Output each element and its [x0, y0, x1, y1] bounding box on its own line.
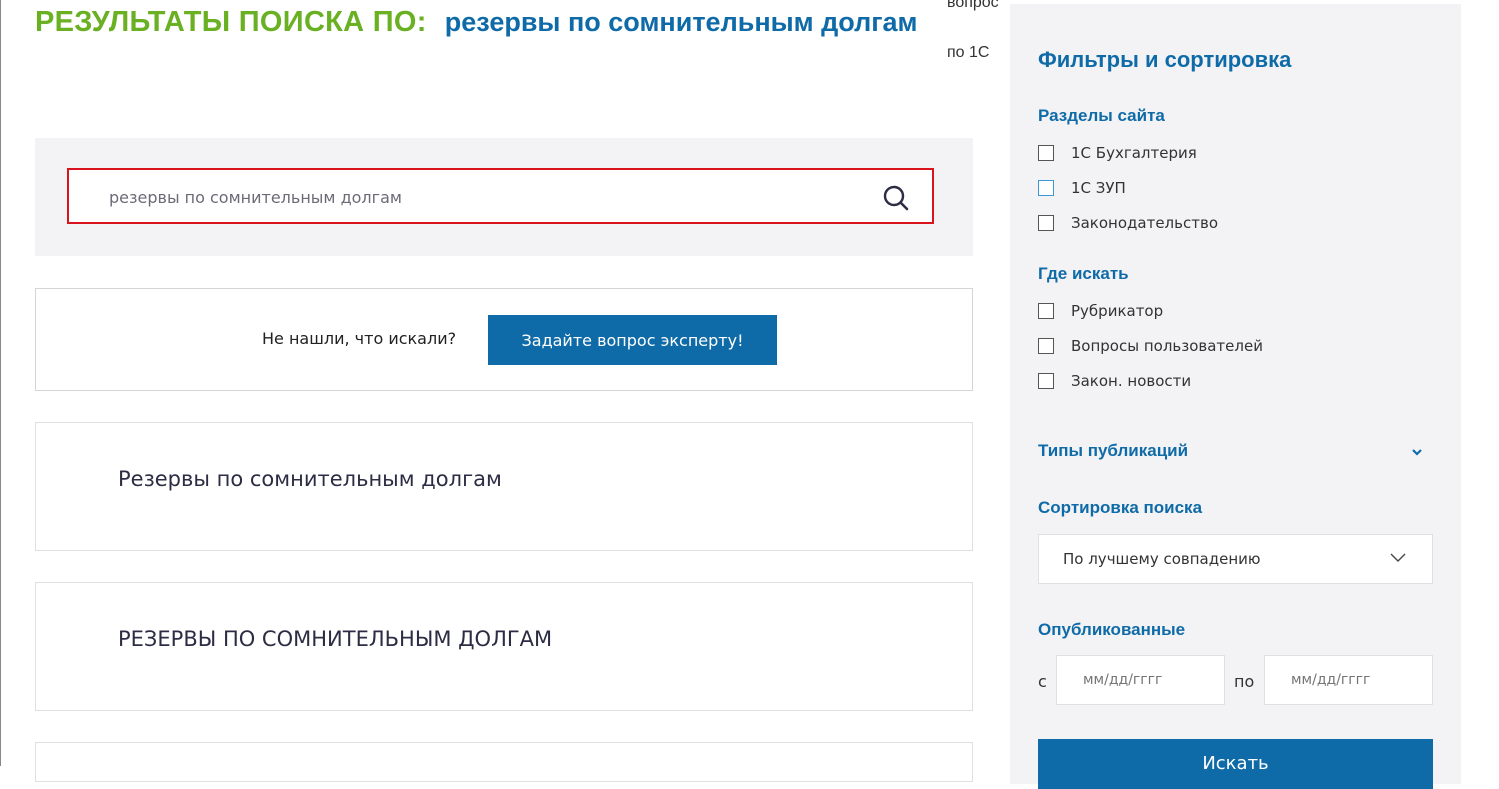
sort-selected-value: По лучшему совпадению — [1063, 550, 1261, 568]
chevron-down-icon[interactable] — [1410, 447, 1424, 457]
filter-option-novosti[interactable]: Закон. новости — [1038, 371, 1191, 391]
results-query: резервы по сомнительным долгам — [444, 7, 918, 37]
checkbox[interactable] — [1038, 180, 1054, 196]
search-icon[interactable] — [882, 184, 910, 212]
search-box — [67, 168, 934, 224]
ask-prompt: Не нашли, что искали? — [262, 329, 457, 348]
date-to-label: по — [1234, 672, 1255, 691]
ask-expert-box: Не нашли, что искали? Задайте вопрос экс… — [35, 288, 973, 391]
checkbox[interactable] — [1038, 145, 1054, 161]
checkbox-label: 1С Бухгалтерия — [1071, 144, 1197, 162]
published-heading: Опубликованные — [1038, 620, 1186, 639]
checkbox[interactable] — [1038, 373, 1054, 389]
where-heading: Где искать — [1038, 264, 1129, 283]
page-title: РЕЗУЛЬТАТЫ ПОИСКА ПО: резервы по сомнител… — [35, 4, 935, 45]
filter-option-zup[interactable]: 1С ЗУП — [1038, 178, 1126, 198]
result-title[interactable]: РЕЗЕРВЫ ПО СОМНИТЕЛЬНЫМ ДОЛГАМ — [118, 627, 552, 651]
result-card[interactable]: Резервы по сомнительным долгам — [35, 422, 973, 551]
search-area — [35, 138, 973, 256]
checkbox[interactable] — [1038, 303, 1054, 319]
sort-heading: Сортировка поиска — [1038, 498, 1203, 517]
filter-option-voprosy[interactable]: Вопросы пользователей — [1038, 336, 1263, 356]
date-from-input[interactable] — [1056, 655, 1225, 705]
filter-option-rubrikator[interactable]: Рубрикатор — [1038, 301, 1163, 321]
checkbox[interactable] — [1038, 338, 1054, 354]
checkbox[interactable] — [1038, 215, 1054, 231]
result-title[interactable]: Резервы по сомнительным долгам — [118, 467, 502, 491]
filters-title: Фильтры и сортировка — [1038, 47, 1292, 72]
background-text-line1: вопрос — [947, 0, 999, 11]
date-from-label: с — [1038, 672, 1047, 691]
background-text-line2: по 1С — [947, 44, 990, 61]
checkbox-label: Законодательство — [1071, 214, 1218, 232]
sections-heading: Разделы сайта — [1038, 106, 1165, 125]
result-card[interactable]: РЕЗЕРВЫ ПО СОМНИТЕЛЬНЫМ ДОЛГАМ — [35, 582, 973, 711]
search-input[interactable] — [107, 170, 851, 224]
chevron-down-icon — [1390, 553, 1406, 562]
checkbox-label: Вопросы пользователей — [1071, 337, 1263, 355]
checkbox-label: Закон. новости — [1071, 372, 1192, 390]
result-card[interactable] — [35, 742, 973, 782]
publication-types-toggle[interactable]: Типы публикаций — [1038, 441, 1188, 461]
filters-sidebar: Фильтры и сортировка Разделы сайта 1С Бу… — [1010, 4, 1461, 789]
date-to-input[interactable] — [1264, 655, 1433, 705]
search-submit-button[interactable]: Искать — [1038, 739, 1433, 789]
window-left-edge — [0, 0, 1, 766]
checkbox-label: 1С ЗУП — [1071, 179, 1126, 197]
results-prefix: РЕЗУЛЬТАТЫ ПОИСКА ПО: — [35, 6, 427, 38]
filter-option-zakonodatelstvo[interactable]: Законодательство — [1038, 213, 1218, 233]
filter-option-buhgalteriya[interactable]: 1С Бухгалтерия — [1038, 143, 1197, 163]
sort-select[interactable]: По лучшему совпадению — [1038, 534, 1433, 584]
checkbox-label: Рубрикатор — [1071, 302, 1164, 320]
page-scroll-area — [1461, 0, 1499, 766]
ask-expert-button[interactable]: Задайте вопрос эксперту! — [488, 315, 777, 365]
